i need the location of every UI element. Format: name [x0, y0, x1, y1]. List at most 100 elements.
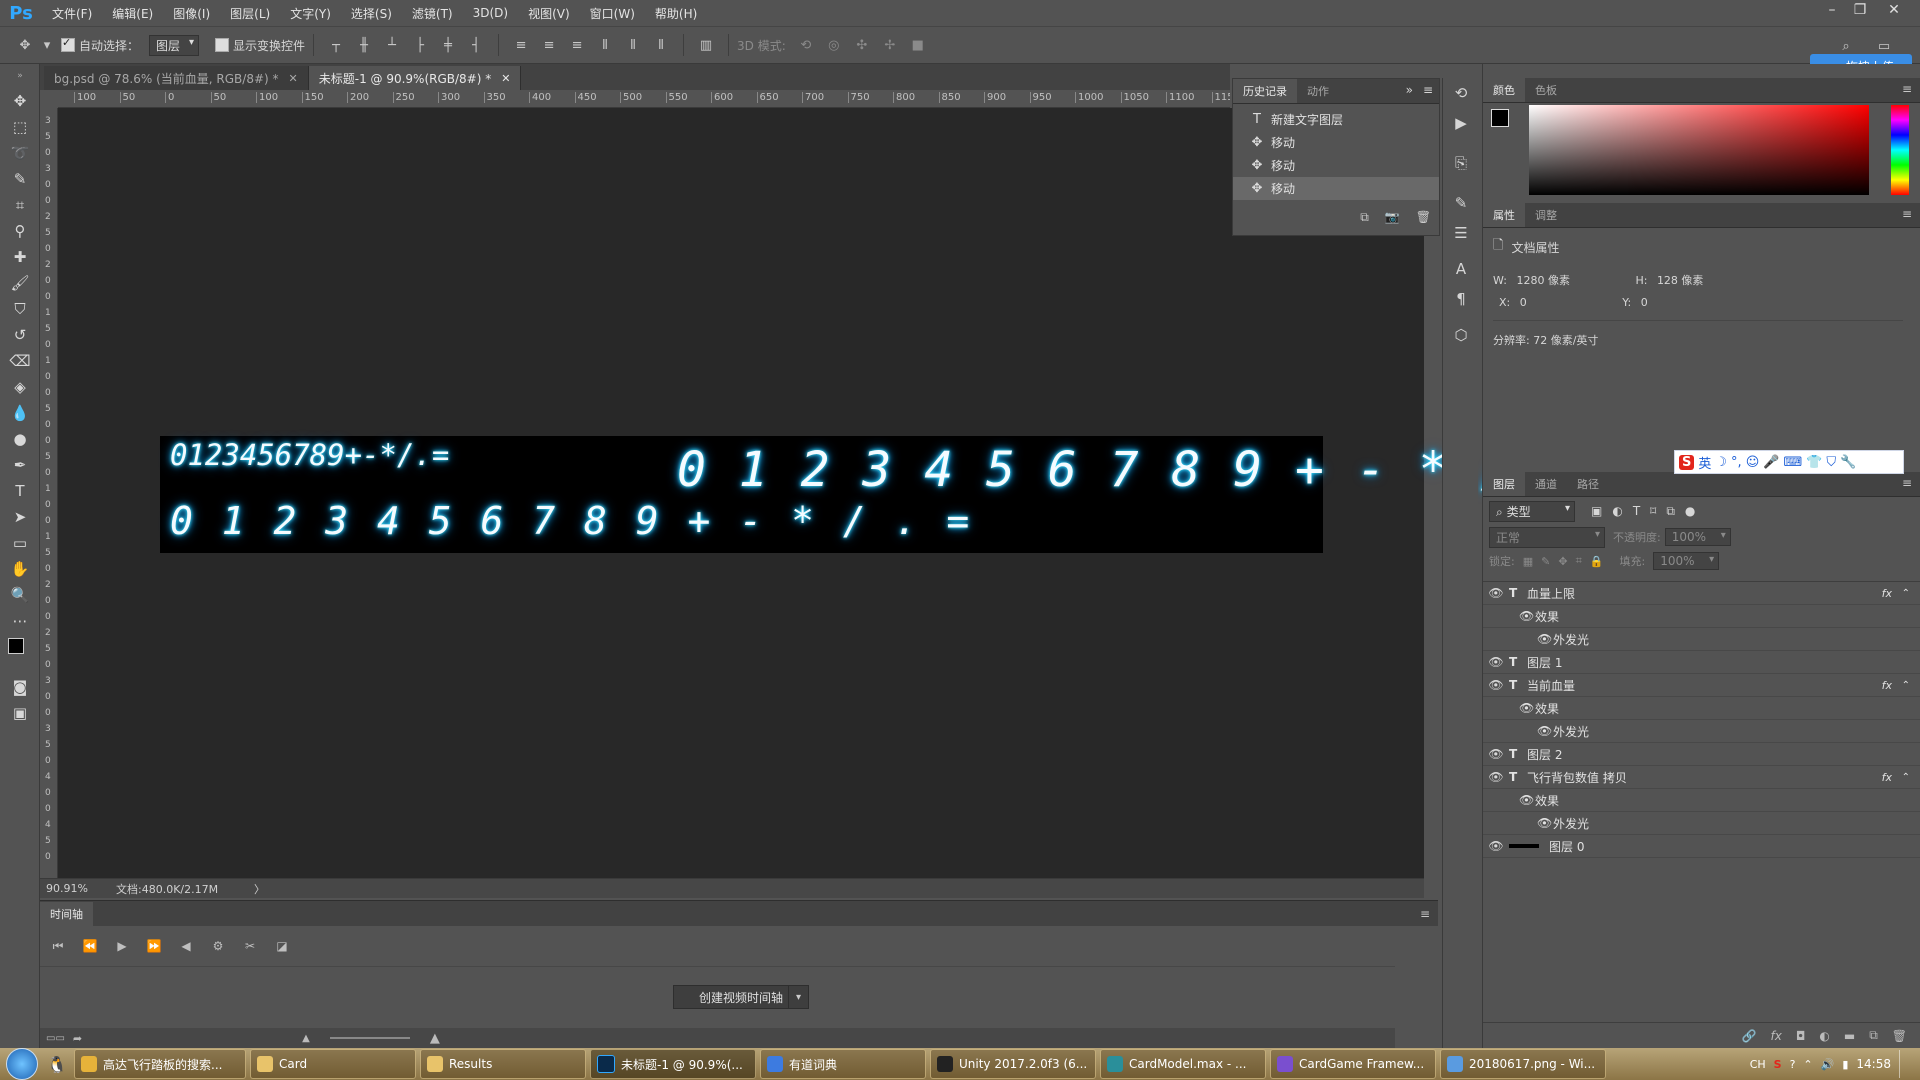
volume-icon[interactable]: 🔊: [1821, 1058, 1835, 1071]
lock-position-icon[interactable]: ✥: [1558, 555, 1567, 568]
opacity-input[interactable]: 100%: [1664, 528, 1731, 546]
menu-icon[interactable]: ≡: [1902, 476, 1912, 490]
auto-align-icon[interactable]: ▥: [695, 34, 717, 56]
layer-effects-row[interactable]: 👁 效果: [1483, 697, 1920, 720]
more-tools-icon[interactable]: ⋯: [0, 608, 40, 634]
restore-button[interactable]: ❐: [1846, 0, 1874, 22]
first-frame-icon[interactable]: ⏮: [42, 939, 74, 954]
taskbar-item-active[interactable]: 未标题-1 @ 90.9%(...: [590, 1049, 756, 1079]
tab-timeline[interactable]: 时间轴: [40, 901, 93, 926]
paint-bucket-tool-icon[interactable]: ◈: [0, 374, 40, 400]
type-tool-icon[interactable]: T: [0, 478, 40, 504]
menu-filter[interactable]: 滤镜(T): [402, 5, 463, 22]
chevron-down-icon[interactable]: ▾: [788, 985, 808, 1009]
taskbar-item[interactable]: Unity 2017.2.0f3 (6...: [930, 1049, 1096, 1079]
document-canvas[interactable]: 0123456789+-*/.= 0 1 2 3 4 5 6 7 8 9 + -…: [160, 436, 1633, 553]
orbit-3d-icon[interactable]: ⟲: [795, 34, 817, 56]
tab-adjustments[interactable]: 调整: [1525, 203, 1567, 227]
pen-tool-icon[interactable]: ✒: [0, 452, 40, 478]
zoom-level[interactable]: 90.91%: [46, 882, 116, 895]
chevron-up-icon[interactable]: ⌃: [1902, 772, 1910, 783]
close-icon[interactable]: ✕: [289, 72, 298, 85]
chevron-down-icon[interactable]: ▾: [42, 34, 52, 56]
eye-icon[interactable]: 👁: [1519, 793, 1535, 807]
layer-effect-row[interactable]: 👁 外发光: [1483, 628, 1920, 651]
menu-layer[interactable]: 图层(L): [220, 5, 280, 22]
trash-icon[interactable]: 🗑: [1892, 1029, 1907, 1043]
layer-effects-row[interactable]: 👁 效果: [1483, 605, 1920, 628]
eraser-tool-icon[interactable]: ⌫: [0, 348, 40, 374]
split-icon[interactable]: ✂: [234, 939, 266, 953]
dodge-tool-icon[interactable]: ●: [0, 426, 40, 452]
eye-icon[interactable]: 👁: [1483, 839, 1509, 853]
next-frame-icon[interactable]: ⏩: [138, 939, 170, 953]
distribute-hcenter-icon[interactable]: ⦀: [622, 34, 644, 56]
close-icon[interactable]: ✕: [501, 72, 510, 85]
fx-badge[interactable]: fx: [1882, 679, 1892, 692]
clone-source-icon[interactable]: ⎘: [1443, 148, 1479, 178]
menu-image[interactable]: 图像(I): [163, 5, 220, 22]
audio-icon[interactable]: ◀: [170, 939, 202, 953]
align-bottom-icon[interactable]: ┴: [381, 34, 403, 56]
layer-row[interactable]: 👁 T 图层 2: [1483, 743, 1920, 766]
menu-view[interactable]: 视图(V): [518, 5, 580, 22]
emoji-icon[interactable]: ☺: [1746, 455, 1760, 470]
foreground-color-swatch[interactable]: [1491, 109, 1509, 127]
hand-tool-icon[interactable]: ✋: [0, 556, 40, 582]
history-item[interactable]: T 新建文字图层: [1233, 108, 1439, 131]
horizontal-ruler[interactable]: 100 50 0 50 100 150 200 250 300 350 400 450 500 550 60…: [58, 90, 1230, 108]
history-brush-tool-icon[interactable]: ↺: [0, 322, 40, 348]
filter-type-icon[interactable]: T: [1633, 504, 1640, 518]
x-value[interactable]: 0: [1520, 296, 1527, 309]
distribute-vcenter-icon[interactable]: ≡: [538, 34, 560, 56]
filter-toggle-icon[interactable]: ●: [1685, 504, 1695, 518]
align-hcenter-icon[interactable]: ╪: [437, 34, 459, 56]
chevron-up-icon[interactable]: ⌃: [1902, 680, 1910, 691]
lock-transparent-icon[interactable]: ▦: [1523, 555, 1533, 568]
minimize-button[interactable]: –: [1818, 0, 1846, 22]
lock-all-icon[interactable]: 🔒: [1590, 555, 1604, 568]
qq-icon[interactable]: 🐧: [44, 1055, 70, 1074]
quick-select-tool-icon[interactable]: ✎: [0, 166, 40, 192]
clone-stamp-tool-icon[interactable]: ⛉: [0, 296, 40, 322]
fx-badge[interactable]: fx: [1882, 771, 1892, 784]
menu-icon[interactable]: ≡: [1902, 207, 1912, 221]
menu-select[interactable]: 选择(S): [341, 5, 402, 22]
lock-pixels-icon[interactable]: ✎: [1541, 555, 1550, 568]
sogou-tray-icon[interactable]: S: [1774, 1058, 1782, 1071]
tab-bg-psd[interactable]: bg.psd @ 78.6% (当前血量, RGB/8#) * ✕: [44, 66, 309, 90]
y-value[interactable]: 0: [1641, 296, 1648, 309]
foreground-color-swatch[interactable]: [8, 638, 24, 654]
menu-help[interactable]: 帮助(H): [645, 5, 707, 22]
add-style-icon[interactable]: fx: [1771, 1029, 1782, 1043]
transform-controls-checkbox[interactable]: [215, 38, 230, 52]
punctuation-icon[interactable]: °,: [1731, 455, 1742, 470]
history-item[interactable]: ✥ 移动: [1233, 131, 1439, 154]
quick-mask-icon[interactable]: ◙: [0, 674, 40, 700]
layer-effect-row[interactable]: 👁 外发光: [1483, 812, 1920, 835]
color-field[interactable]: [1529, 105, 1869, 195]
h-value[interactable]: 128 像素: [1657, 274, 1704, 287]
transform-controls-toggle[interactable]: 显示变换控件: [215, 37, 305, 54]
menu-edit[interactable]: 编辑(E): [102, 5, 163, 22]
auto-select-checkbox[interactable]: [61, 36, 75, 52]
tab-actions[interactable]: 动作: [1297, 79, 1339, 103]
menu-type[interactable]: 文字(Y): [280, 5, 341, 22]
add-mask-icon[interactable]: ◘: [1796, 1029, 1806, 1043]
skin-icon[interactable]: 👕: [1806, 455, 1822, 470]
start-button[interactable]: [0, 1048, 44, 1080]
align-left-icon[interactable]: ├: [409, 34, 431, 56]
align-vcenter-icon[interactable]: ╫: [353, 34, 375, 56]
taskbar-item[interactable]: CardModel.max - ...: [1100, 1049, 1266, 1079]
wrench-icon[interactable]: 🔧: [1840, 455, 1856, 470]
toolbox-icon[interactable]: ⛉: [1826, 455, 1836, 470]
layer-row[interactable]: 👁 T 血量上限 fx ⌃: [1483, 582, 1920, 605]
tab-untitled-1[interactable]: 未标题-1 @ 90.9%(RGB/8#) * ✕: [308, 66, 522, 90]
tab-swatches[interactable]: 色板: [1525, 78, 1567, 102]
distribute-bottom-icon[interactable]: ≡: [566, 34, 588, 56]
transition-icon[interactable]: ◪: [266, 939, 298, 953]
hue-slider[interactable]: [1891, 105, 1909, 195]
roll-3d-icon[interactable]: ◎: [823, 34, 845, 56]
move-tool-icon[interactable]: ✥: [0, 88, 40, 114]
filter-pixel-icon[interactable]: ▣: [1591, 504, 1602, 518]
